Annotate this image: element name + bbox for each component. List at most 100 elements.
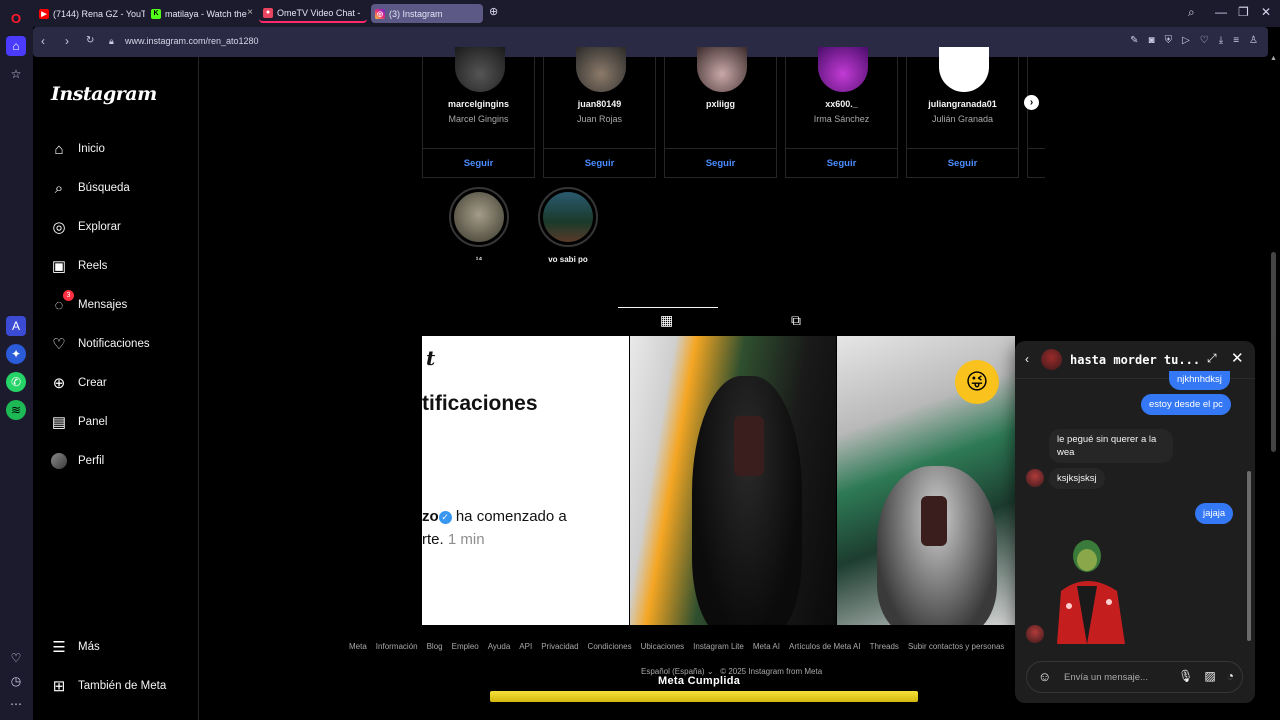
search-tabs-icon[interactable]: ⌕ — [1188, 5, 1195, 20]
footer-link[interactable]: Subir contactos y personas — [908, 642, 1005, 651]
image-icon[interactable]: ▨ — [1204, 669, 1215, 683]
footer-link[interactable]: Ayuda — [488, 642, 511, 651]
heart-icon[interactable]: ♡ — [1200, 35, 1209, 46]
follow-button[interactable]: Seguir — [665, 158, 776, 169]
browser-tab-active[interactable]: ◎ (3) Instagram — [371, 4, 483, 23]
sticker-image[interactable] — [1047, 536, 1133, 644]
download-icon[interactable]: ⤓ — [1219, 35, 1223, 46]
footer-link[interactable]: Blog — [427, 642, 443, 651]
suggestion-username[interactable]: pxliigg — [665, 99, 776, 109]
browser-tab[interactable]: K matilaya - Watch the × — [147, 4, 257, 23]
nav-mas[interactable]: ☰ Más — [50, 635, 99, 659]
footer-link[interactable]: Artículos de Meta AI — [789, 642, 861, 651]
home-icon[interactable]: ⌂ — [6, 36, 26, 56]
follow-button[interactable]: Seguir — [544, 158, 655, 169]
profile-icon[interactable]: ♙ — [1249, 35, 1258, 46]
nav-reels[interactable]: ▣ Reels — [50, 254, 108, 278]
nav-busqueda[interactable]: ⌕ Búsqueda — [50, 176, 130, 200]
sender-avatar[interactable] — [1026, 469, 1044, 487]
footer-link[interactable]: Privacidad — [541, 642, 578, 651]
expand-icon[interactable]: ⤢ — [1207, 351, 1217, 366]
grid-post[interactable]: t tificaciones zo ✓ ha comenzado a rte. 1… — [422, 336, 629, 625]
sender-avatar[interactable] — [1026, 625, 1044, 643]
whatsapp-icon[interactable]: ✆ — [6, 372, 26, 392]
emoji-icon[interactable]: ☺ — [1038, 669, 1051, 684]
follow-button[interactable]: Seguir — [786, 158, 897, 169]
suggestion-username[interactable]: juliangranada01 — [907, 99, 1018, 109]
suggestion-avatar[interactable] — [818, 47, 868, 92]
sticker-icon[interactable]: ◔ — [1227, 669, 1234, 683]
chat-avatar[interactable] — [1041, 349, 1062, 370]
history-icon[interactable]: ◷ — [6, 671, 26, 691]
opera-logo-icon[interactable]: O — [6, 8, 26, 28]
camera-icon[interactable]: ◙ — [1149, 35, 1155, 46]
footer-link[interactable]: Meta AI — [753, 642, 780, 651]
follow-button[interactable]: Seguir — [423, 158, 534, 169]
edit-icon[interactable]: ✎ — [1130, 35, 1138, 46]
chat-title[interactable]: hasta morder tu... — [1070, 353, 1200, 367]
maximize-button[interactable]: ❐ — [1238, 5, 1249, 19]
aria-icon[interactable]: A — [6, 316, 26, 336]
more-icon[interactable]: ⋯ — [6, 694, 26, 714]
chat-scrollbar[interactable] — [1247, 381, 1252, 651]
url-field[interactable]: www.instagram.com/ren_ato1280 — [125, 36, 259, 46]
suggestion-username[interactable]: marcelgingins — [423, 99, 534, 109]
nav-panel[interactable]: ▤ Panel — [50, 410, 108, 434]
message-received[interactable]: le pegué sin querer a la wea — [1049, 429, 1173, 463]
suggestion-username[interactable]: xx600._ — [786, 99, 897, 109]
footer-link[interactable]: API — [519, 642, 532, 651]
reload-icon[interactable]: ↻ — [86, 35, 94, 46]
grid-post[interactable] — [630, 336, 836, 625]
menu-icon[interactable]: ≡ — [1233, 35, 1239, 46]
nav-perfil[interactable]: Perfil — [50, 449, 104, 473]
nav-notificaciones[interactable]: ♡ Notificaciones — [50, 332, 149, 356]
follow-button[interactable]: Seguir — [907, 158, 1018, 169]
suggestion-avatar[interactable] — [939, 47, 989, 92]
spotify-icon[interactable]: ≋ — [6, 400, 26, 420]
browser-tab[interactable]: ● OmeTV Video Chat - — [259, 4, 367, 23]
close-icon[interactable]: ✕ — [1231, 349, 1244, 367]
suggestion-avatar[interactable] — [576, 47, 626, 92]
message-input[interactable]: Envía un mensaje... — [1064, 672, 1148, 683]
posts-grid-tab-icon[interactable]: ▦ — [660, 312, 673, 329]
messenger-icon[interactable]: ✦ — [6, 344, 26, 364]
play-icon[interactable]: ▷ — [1182, 35, 1190, 46]
footer-link[interactable]: Meta — [349, 642, 367, 651]
message-sent[interactable]: estoy desde el pc — [1141, 394, 1231, 415]
close-window-button[interactable]: ✕ — [1261, 5, 1271, 19]
nav-mensajes[interactable]: ◌ 3 Mensajes — [50, 290, 127, 317]
tagged-tab-icon[interactable]: ⧉ — [791, 312, 801, 329]
forward-icon[interactable]: › — [65, 34, 69, 48]
message-sent[interactable]: njkhnhdksj — [1169, 371, 1230, 390]
new-tab-button[interactable]: ⊕ — [489, 5, 498, 18]
footer-link[interactable]: Condiciones — [588, 642, 632, 651]
browser-tab[interactable]: ▶ (7144) Rena GZ - YouTube — [35, 4, 145, 23]
nav-inicio[interactable]: ⌂ Inicio — [50, 137, 104, 161]
instagram-logo[interactable]: Instagram — [51, 83, 157, 105]
message-received[interactable]: ksjksjsksj — [1049, 468, 1105, 489]
story-highlight[interactable]: vo sabi po — [538, 187, 598, 264]
chat-scrollbar-thumb[interactable] — [1247, 471, 1251, 641]
footer-link[interactable]: Ubicaciones — [641, 642, 685, 651]
star-icon[interactable]: ☆ — [6, 64, 26, 84]
suggestion-avatar[interactable] — [455, 47, 505, 92]
shield-icon[interactable]: ⛨ — [1165, 35, 1173, 46]
scrollbar-thumb[interactable] — [1271, 252, 1276, 452]
back-icon[interactable]: ‹ — [1025, 352, 1029, 366]
close-tab-icon[interactable]: × — [247, 7, 253, 18]
heart-icon[interactable]: ♡ — [6, 648, 26, 668]
chevron-right-icon[interactable]: › — [1024, 95, 1039, 110]
page-scrollbar[interactable]: ▲ — [1268, 27, 1280, 720]
message-sent[interactable]: jajaja — [1195, 503, 1234, 524]
back-icon[interactable]: ‹ — [41, 34, 45, 48]
footer-link[interactable]: Instagram Lite — [693, 642, 744, 651]
nav-tambien-de-meta[interactable]: ⊞ También de Meta — [50, 674, 167, 698]
suggestion-avatar[interactable] — [697, 47, 747, 92]
minimize-button[interactable]: — — [1215, 5, 1227, 19]
footer-link[interactable]: Empleo — [452, 642, 479, 651]
footer-link[interactable]: Threads — [870, 642, 899, 651]
story-highlight[interactable]: ¹⁴ — [449, 187, 509, 264]
footer-link[interactable]: Información — [376, 642, 418, 651]
microphone-icon[interactable]: 🎙︎ — [1178, 669, 1193, 683]
suggestion-username[interactable]: juan80149 — [544, 99, 655, 109]
